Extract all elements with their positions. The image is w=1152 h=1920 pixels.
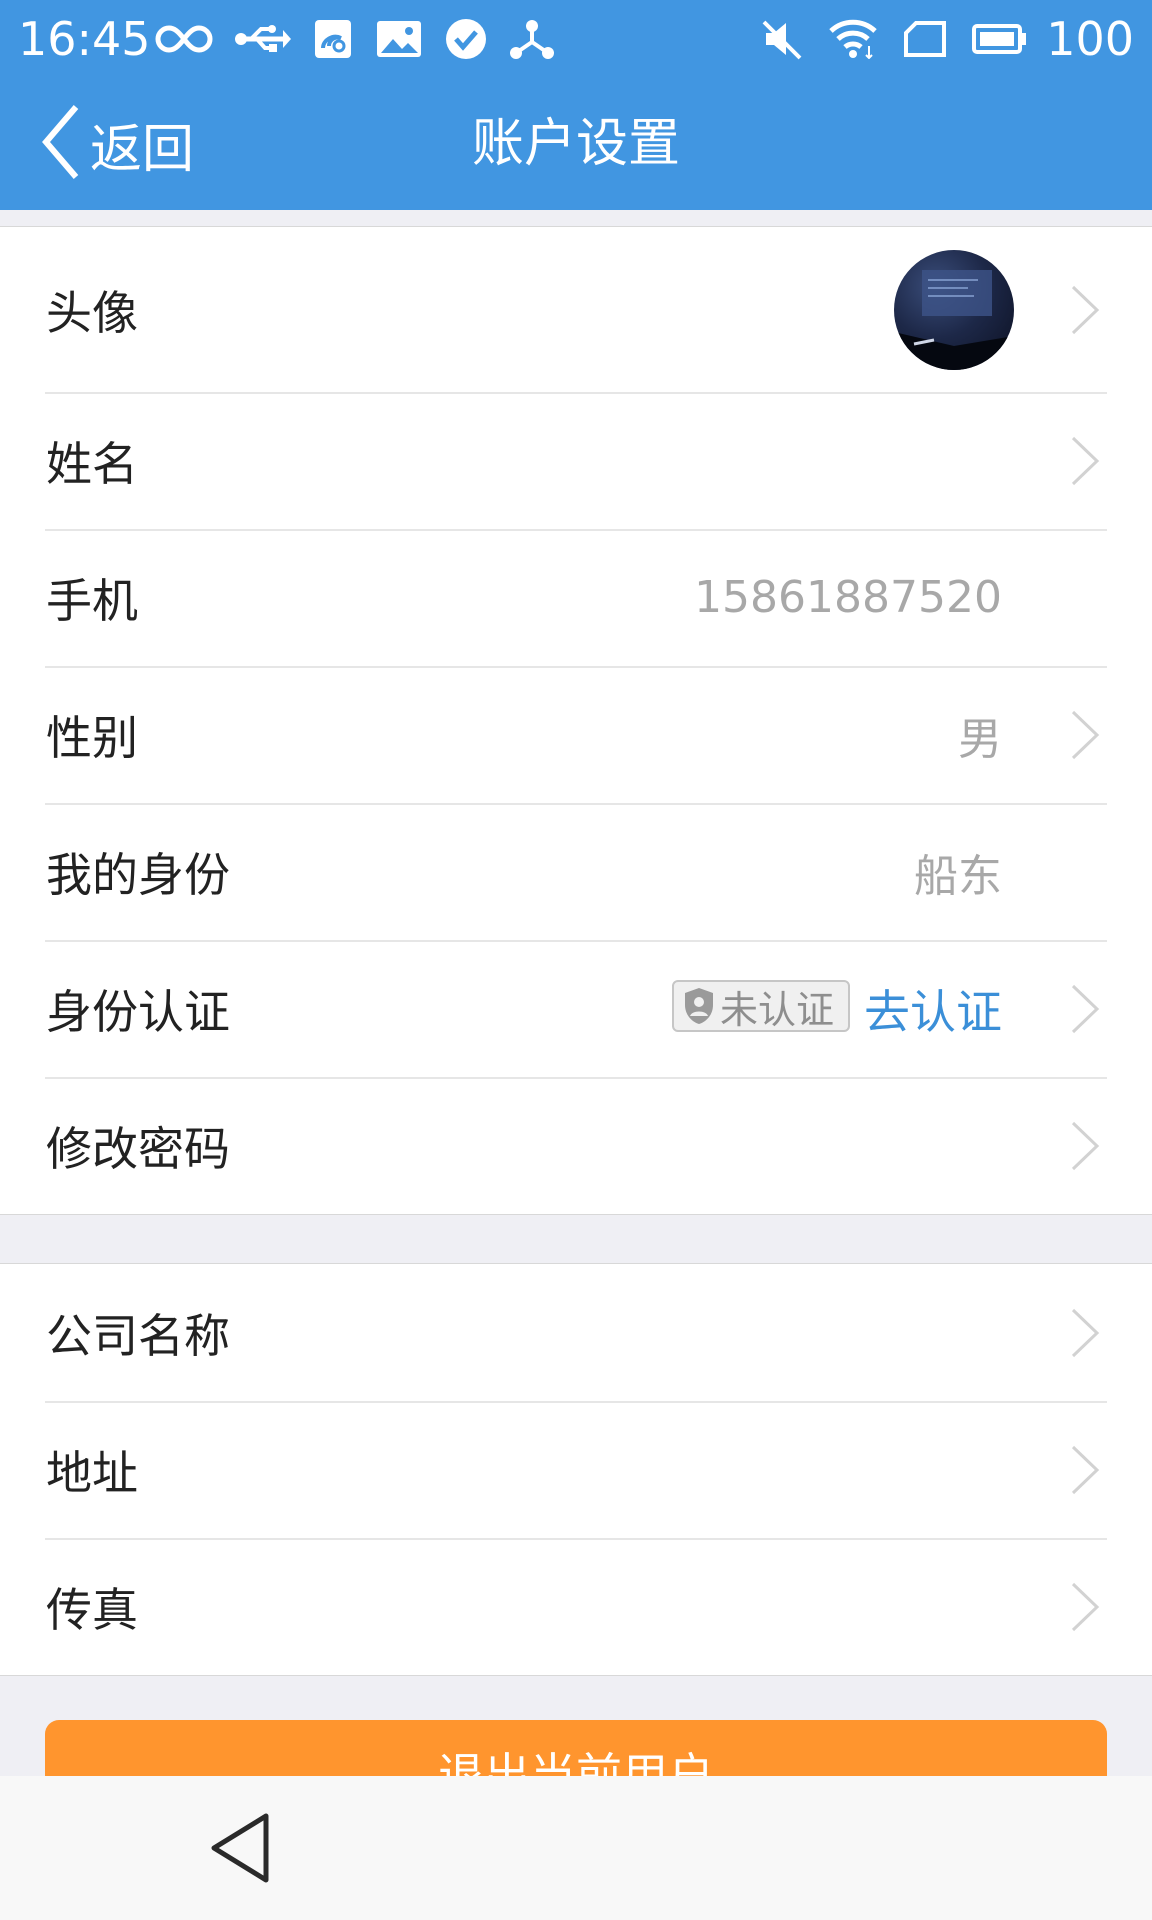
row-name[interactable]: 姓名: [0, 392, 1152, 529]
chevron-right-icon: [1071, 1121, 1100, 1170]
uc-browser-icon: [313, 18, 353, 60]
wifi-icon: [828, 19, 878, 59]
chevron-right-icon: [1071, 710, 1100, 759]
row-phone: 手机 15861887520: [0, 529, 1152, 666]
sim-icon: [904, 21, 947, 57]
phone-value: 15861887520: [694, 572, 1002, 623]
chevron-left-icon: [40, 103, 82, 185]
row-label: 我的身份: [46, 847, 230, 902]
status-time: 16:45: [18, 12, 151, 66]
row-address[interactable]: 地址: [0, 1401, 1152, 1538]
share-nodes-icon: [509, 18, 555, 60]
row-label: 手机: [46, 573, 138, 628]
row-identity: 我的身份 船东: [0, 803, 1152, 940]
system-back-button[interactable]: [208, 1812, 272, 1888]
row-label: 地址: [46, 1445, 138, 1500]
battery-level: 100: [1046, 12, 1134, 66]
row-label: 姓名: [46, 436, 138, 491]
row-label: 传真: [46, 1582, 138, 1637]
gender-value: 男: [958, 713, 1002, 765]
battery-icon: [972, 22, 1028, 56]
row-change-password[interactable]: 修改密码: [0, 1077, 1152, 1214]
infinity-icon: [155, 22, 213, 56]
chevron-right-icon: [1071, 984, 1100, 1033]
row-fax[interactable]: 传真: [0, 1538, 1152, 1675]
row-gender[interactable]: 性别 男: [0, 666, 1152, 803]
image-icon: [375, 19, 423, 59]
row-label: 身份认证: [46, 984, 230, 1039]
row-company-name[interactable]: 公司名称: [0, 1264, 1152, 1401]
row-verification[interactable]: 身份认证 未认证 去认证: [0, 940, 1152, 1077]
company-settings-group: 公司名称 地址 传真: [0, 1263, 1152, 1676]
row-label: 头像: [46, 285, 138, 340]
row-label: 性别: [46, 710, 138, 765]
row-label: 修改密码: [46, 1121, 230, 1176]
triangle-back-icon: [211, 1813, 269, 1883]
logout-button[interactable]: 退出当前用户: [45, 1720, 1107, 1776]
unverified-badge: 未认证: [672, 980, 850, 1032]
identity-value: 船东: [914, 850, 1002, 902]
app-header: 账户设置 返回: [0, 78, 1152, 210]
row-label: 公司名称: [46, 1308, 230, 1363]
status-bar: 16:45 100: [0, 0, 1152, 78]
check-circle-icon: [445, 18, 487, 60]
system-nav-bar: [0, 1776, 1152, 1920]
chevron-right-icon: [1071, 285, 1100, 334]
logout-button-wrapper: 退出当前用户: [45, 1720, 1107, 1776]
mute-icon: [762, 18, 802, 60]
chevron-right-icon: [1071, 1445, 1100, 1494]
chevron-right-icon: [1071, 1582, 1100, 1631]
badge-label: 未认证: [720, 987, 835, 1032]
back-button[interactable]: 返回: [40, 98, 194, 190]
shield-user-icon: [682, 986, 716, 1026]
chevron-right-icon: [1071, 1308, 1100, 1357]
go-verify-link[interactable]: 去认证: [864, 940, 1002, 1077]
status-right-icons: 100: [736, 10, 1134, 68]
avatar[interactable]: [894, 250, 1014, 370]
back-label: 返回: [90, 119, 195, 180]
row-avatar[interactable]: 头像: [0, 227, 1152, 392]
profile-settings-group: 头像 姓名 手机 15861887520 性别 男 我的身份 船东 身份认证 未…: [0, 226, 1152, 1215]
status-left-icons: [155, 14, 577, 64]
usb-icon: [235, 22, 291, 56]
chevron-right-icon: [1071, 436, 1100, 485]
